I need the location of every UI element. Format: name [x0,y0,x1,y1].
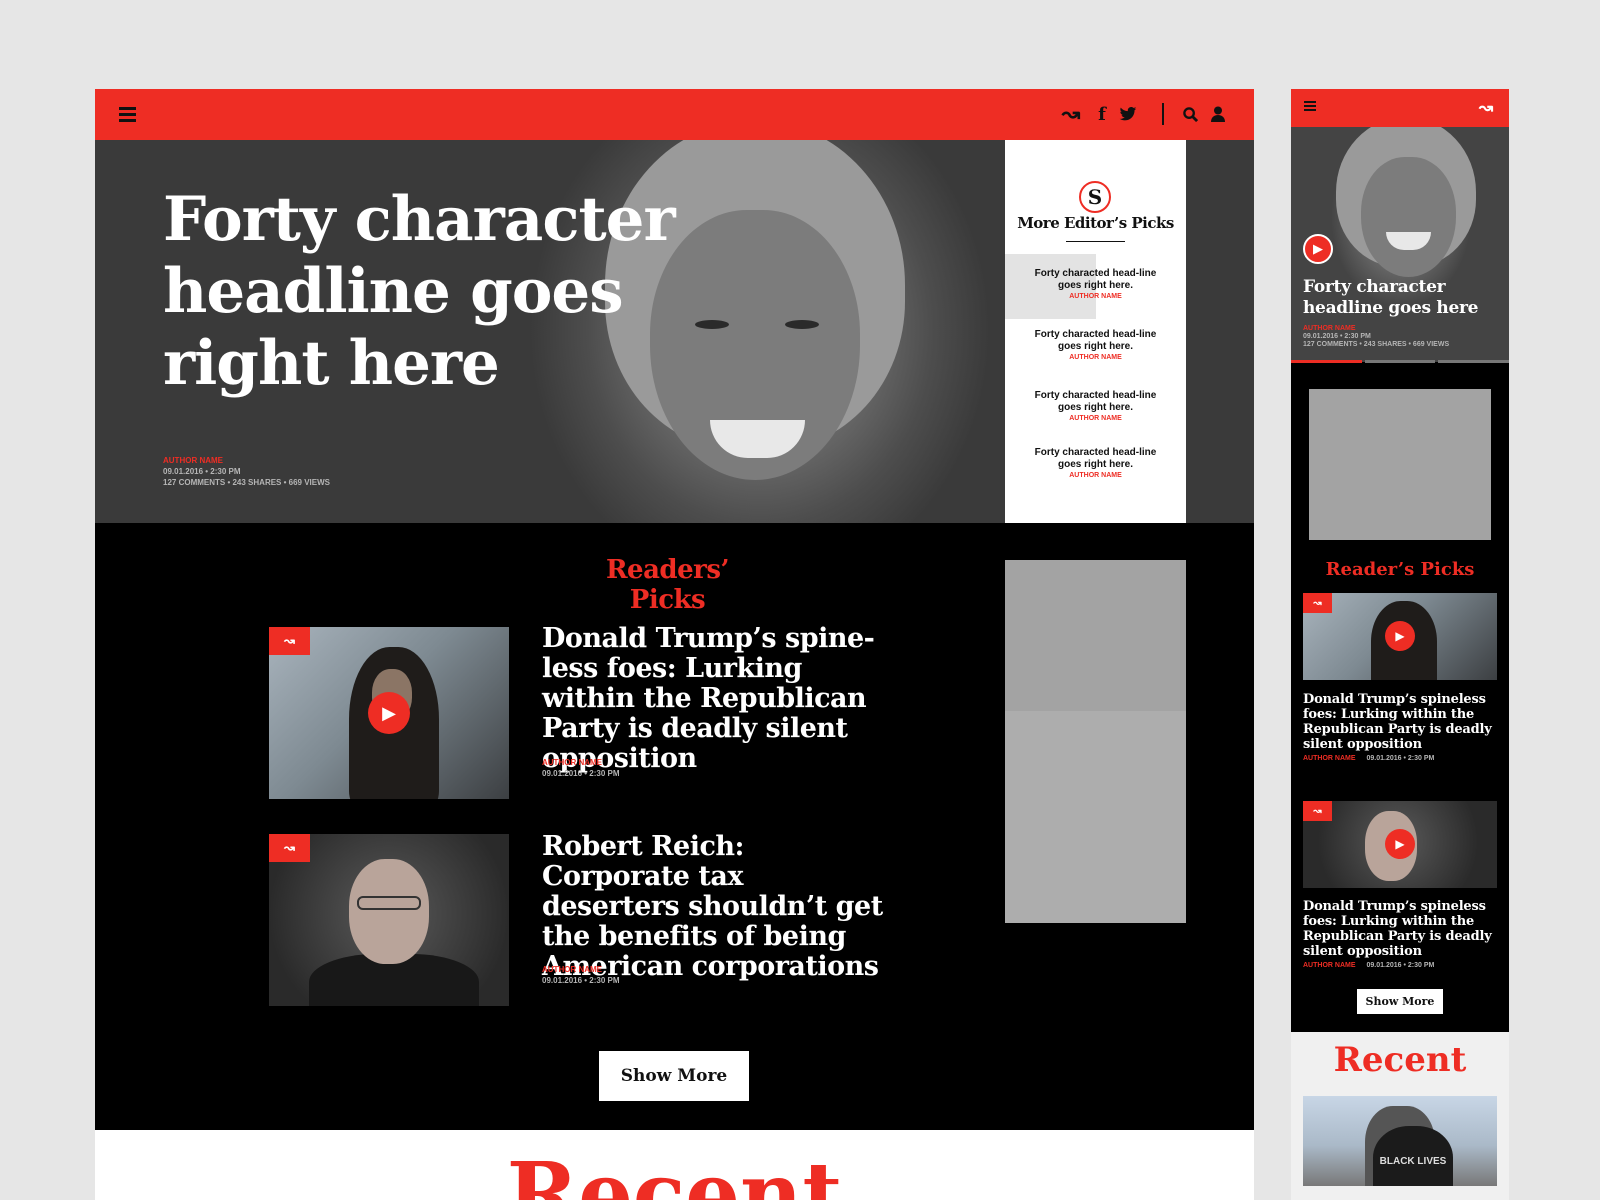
article-author[interactable]: AUTHOR NAME [1303,962,1356,969]
brand-arrow-icon: ↝ [1303,593,1332,613]
editors-pick-item[interactable]: Forty characted head-line goes right her… [1005,254,1186,319]
menu-icon[interactable] [119,107,136,125]
hero-portrait-image [1321,127,1491,287]
ad-placeholder[interactable] [1005,711,1186,923]
editors-pick-title[interactable]: Forty characted head-line goes right her… [1033,447,1158,471]
article-author[interactable]: AUTHOR NAME [1303,755,1356,762]
brand-arrow-icon: ↝ [269,627,310,655]
brand-arrow-icon: ↝ [1303,801,1332,821]
article-date: 09.01.2016 • 2:30 PM [1366,962,1435,969]
facebook-icon[interactable]: f [1095,102,1109,126]
article-title[interactable]: Donald Trump’s spineless foes: Lurking w… [1303,692,1497,752]
header-divider [1162,103,1164,125]
editors-pick-author[interactable]: AUTHOR NAME [1005,293,1186,300]
hero-author[interactable]: AUTHOR NAME [163,455,330,466]
readers-picks-title: Readers’ Picks [605,555,730,615]
top-nav-bar: ↝ f [95,89,1254,140]
carousel-indicator[interactable] [1364,360,1436,363]
editors-pick-item[interactable]: Forty characted head-line goes right her… [1005,390,1186,422]
play-icon[interactable]: ▶ [368,692,410,734]
editors-pick-title[interactable]: Forty characted head-line goes right her… [1033,268,1158,292]
article-thumbnail[interactable]: ↝ ▶ [269,627,509,799]
desktop-page: ↝ f Forty character headline goes right … [95,89,1254,1200]
article-author[interactable]: AUTHOR NAME [542,757,620,768]
editors-pick-author[interactable]: AUTHOR NAME [1005,354,1186,361]
article-title[interactable]: Donald Trump’s spine-less foes: Lurking … [542,624,887,774]
article-author[interactable]: AUTHOR NAME [542,964,620,975]
hero-stats: 127 COMMENTS • 243 SHARES • 669 VIEWS [1303,341,1450,348]
twitter-icon[interactable] [1118,102,1138,126]
brand-arrow-icon[interactable]: ↝ [1474,98,1498,118]
mobile-hero-banner[interactable]: ▶ Forty character headline goes here AUT… [1291,127,1509,362]
article-meta: AUTHOR NAME 09.01.2016 • 2:30 PM [542,757,620,779]
mobile-nav-bar: ↝ [1291,89,1509,127]
play-icon[interactable]: ▶ [1303,234,1333,264]
article-title[interactable]: Robert Reich: Corporate tax deserters sh… [542,832,887,982]
play-icon[interactable]: ▶ [1385,829,1415,859]
article-thumbnail[interactable]: ↝ ▶ [1303,593,1497,680]
hero-headline[interactable]: Forty character headline goes here [1303,277,1503,319]
thumbnail-glasses [357,896,421,910]
hero-stats: 127 COMMENTS • 243 SHARES • 669 VIEWS [163,478,330,487]
carousel-indicator[interactable] [1438,360,1509,363]
article-meta: AUTHOR NAME 09.01.2016 • 2:30 PM [1303,755,1434,762]
editors-pick-item[interactable]: Forty characted head-line goes right her… [1005,329,1186,361]
thumbnail-hooded-figure: BLACK LIVES [1373,1126,1453,1186]
editors-pick-title[interactable]: Forty characted head-line goes right her… [1033,390,1158,414]
hero-meta: AUTHOR NAME 09.01.2016 • 2:30 PM 127 COM… [1303,325,1449,349]
hero-headline[interactable]: Forty character headline goes right here [163,184,683,400]
brand-arrow-icon[interactable]: ↝ [1056,101,1086,126]
recent-title: Recent [506,1144,843,1200]
article-meta: AUTHOR NAME 09.01.2016 • 2:30 PM [1303,962,1434,969]
recent-section: Recent [95,1130,1254,1200]
recent-section: Recent BLACK LIVES [1291,1032,1509,1200]
salon-logo-icon: S [1079,181,1111,213]
recent-article-thumbnail[interactable]: BLACK LIVES [1303,1096,1497,1186]
article-title[interactable]: Donald Trump’s spineless foes: Lurking w… [1303,899,1497,959]
article-thumbnail[interactable]: ↝ ▶ [1303,801,1497,888]
editors-picks-panel: S More Editor’s Picks Forty characted he… [1005,140,1186,523]
readers-picks-title: Reader’s Picks [1325,559,1475,580]
user-icon[interactable] [1210,102,1226,126]
ad-placeholder[interactable] [1005,560,1186,711]
carousel-indicator[interactable] [1291,360,1362,363]
article-date: 09.01.2016 • 2:30 PM [542,769,620,778]
search-icon[interactable] [1182,102,1198,126]
brand-arrow-icon: ↝ [269,834,310,862]
hero-date: 09.01.2016 • 2:30 PM [163,467,241,476]
editors-pick-item[interactable]: Forty characted head-line goes right her… [1005,447,1186,479]
article-meta: AUTHOR NAME 09.01.2016 • 2:30 PM [542,964,620,986]
hero-date: 09.01.2016 • 2:30 PM [1303,333,1371,340]
show-more-button[interactable]: Show More [599,1051,749,1101]
carousel-progress [1291,360,1509,363]
article-thumbnail[interactable]: ↝ [269,834,509,1006]
menu-icon[interactable] [1304,101,1316,113]
editors-picks-divider [1066,241,1125,242]
recent-title: Recent [1333,1040,1467,1080]
editors-pick-author[interactable]: AUTHOR NAME [1005,415,1186,422]
show-more-button[interactable]: Show More [1357,989,1443,1014]
editors-picks-title: More Editor’s Picks [1017,214,1174,232]
article-date: 09.01.2016 • 2:30 PM [1366,755,1435,762]
hero-meta: AUTHOR NAME 09.01.2016 • 2:30 PM 127 COM… [163,455,330,488]
hero-author[interactable]: AUTHOR NAME [1303,325,1449,333]
play-icon[interactable]: ▶ [1385,621,1415,651]
editors-pick-title[interactable]: Forty characted head-line goes right her… [1033,329,1158,353]
mobile-page: ↝ ▶ Forty character headline goes here A… [1291,89,1509,1200]
editors-pick-author[interactable]: AUTHOR NAME [1005,472,1186,479]
ad-placeholder[interactable] [1309,389,1491,540]
thumbnail-face [349,859,429,964]
article-date: 09.01.2016 • 2:30 PM [542,976,620,985]
